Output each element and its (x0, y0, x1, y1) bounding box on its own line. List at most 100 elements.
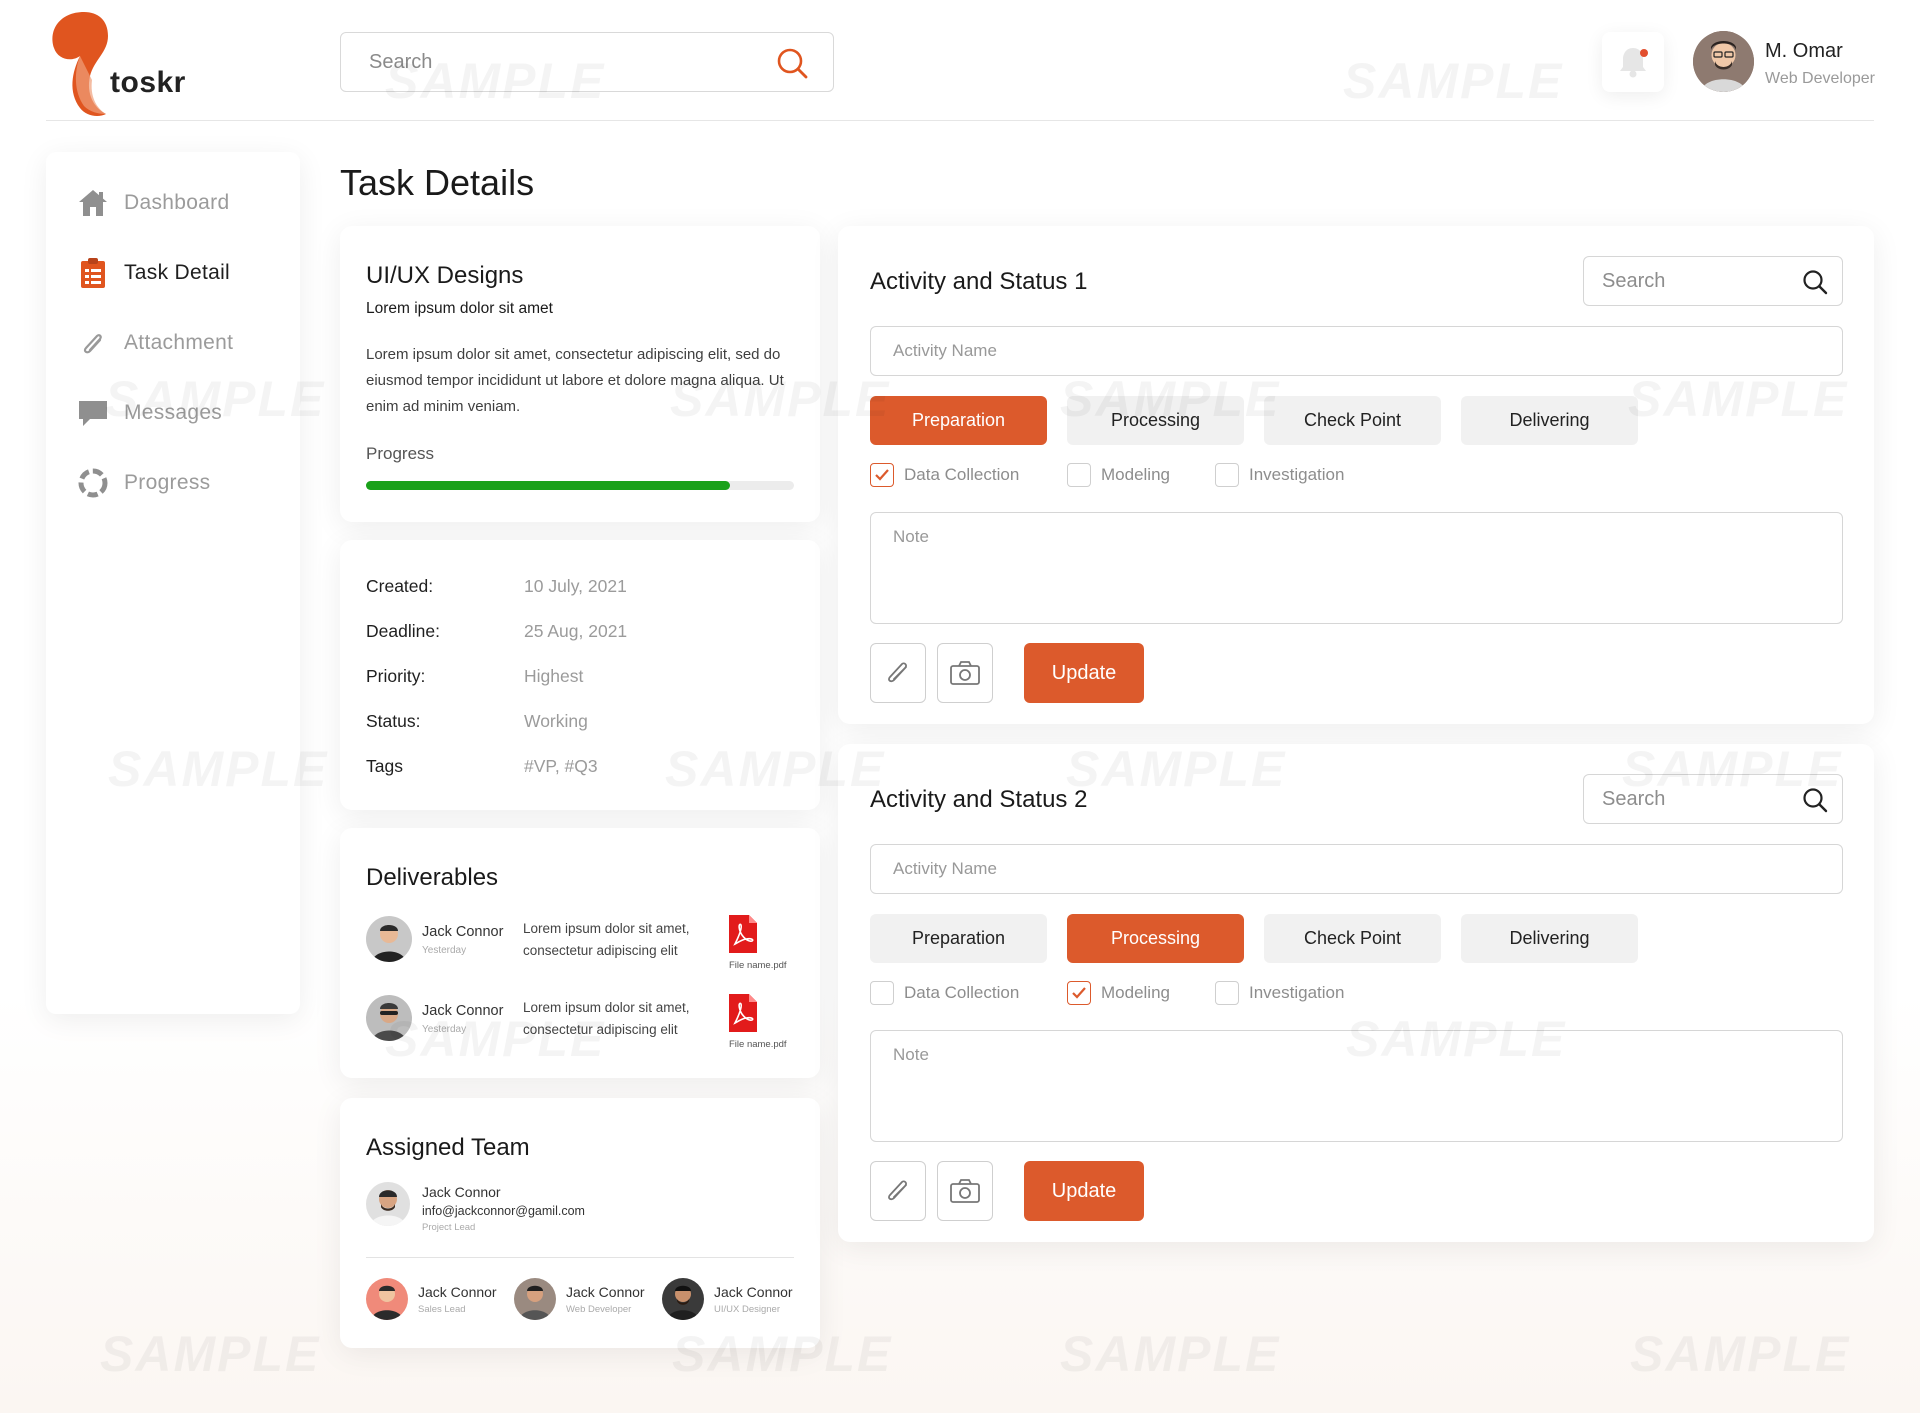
checkbox-box[interactable] (870, 981, 894, 1005)
assigned-team-card: Assigned Team Jack Connor info@jackconno… (340, 1098, 820, 1348)
search-icon[interactable] (1802, 269, 1828, 295)
checkbox-label: Data Collection (904, 465, 1020, 484)
stage-button-delivering[interactable]: Delivering (1461, 396, 1638, 445)
checkbox-investigation[interactable]: Investigation (1215, 981, 1344, 1005)
meta-key: Tags (366, 756, 403, 776)
activity-search[interactable] (1583, 774, 1843, 824)
sidebar-item-label: Dashboard (124, 191, 230, 214)
meta-row-status: Status: Working (366, 711, 588, 732)
activity-name-input[interactable] (893, 327, 1793, 375)
logo-mark-icon (52, 12, 108, 116)
checkbox-box[interactable] (1067, 981, 1091, 1005)
stage-button-preparation[interactable]: Preparation (870, 914, 1047, 963)
sidebar-item-dashboard[interactable]: Dashboard (76, 185, 229, 221)
stage-button-check-point[interactable]: Check Point (1264, 914, 1441, 963)
sidebar: Dashboard Task Detail Attachment Message… (46, 152, 300, 1014)
paperclip-icon (76, 326, 110, 360)
avatar-icon (366, 1182, 410, 1226)
pdf-icon[interactable] (726, 914, 760, 954)
note-textarea[interactable] (893, 1045, 1813, 1125)
activity-panel-1: Activity and Status 1 Preparation Proces… (838, 226, 1874, 724)
sidebar-item-progress[interactable]: Progress (76, 465, 210, 501)
meta-value: Highest (524, 666, 584, 686)
deliverables-title: Deliverables (366, 864, 499, 891)
attach-button[interactable] (870, 643, 926, 703)
sidebar-item-messages[interactable]: Messages (76, 395, 222, 431)
sidebar-item-label: Progress (124, 471, 211, 494)
meta-value: 25 Aug, 2021 (524, 621, 628, 641)
team-lead-role: Project Lead (422, 1222, 476, 1233)
activity-search-input[interactable] (1602, 775, 1782, 823)
deliverable-file-name[interactable]: File name.pdf (729, 1039, 787, 1050)
activity-name-field[interactable] (870, 844, 1843, 894)
checkbox-box[interactable] (1215, 463, 1239, 487)
team-lead-name: Jack Connor (422, 1184, 501, 1200)
checkbox-modeling[interactable]: Modeling (1067, 981, 1170, 1005)
progress-bar (366, 481, 794, 490)
avatar[interactable] (366, 1278, 408, 1320)
page-title: Task Details (340, 162, 535, 203)
pdf-icon[interactable] (726, 993, 760, 1033)
note-textarea[interactable] (893, 527, 1813, 607)
avatar[interactable] (662, 1278, 704, 1320)
checkbox-data-collection[interactable]: Data Collection (870, 463, 1019, 487)
stage-button-check-point[interactable]: Check Point (1264, 396, 1441, 445)
checkbox-box[interactable] (1067, 463, 1091, 487)
profile-name: M. Omar (1765, 40, 1843, 62)
sidebar-item-task-detail[interactable]: Task Detail (76, 255, 230, 291)
deliverable-item[interactable]: Jack Connor Yesterday Lorem ipsum dolor … (366, 993, 800, 1053)
profile-role: Web Developer (1765, 70, 1875, 87)
avatar[interactable] (366, 1182, 410, 1226)
attach-button[interactable] (870, 1161, 926, 1221)
project-title: UI/UX Designs (366, 262, 524, 289)
checkbox-modeling[interactable]: Modeling (1067, 463, 1170, 487)
sidebar-item-attachment[interactable]: Attachment (76, 325, 233, 361)
project-subtitle: Lorem ipsum dolor sit amet (366, 300, 553, 317)
checkbox-investigation[interactable]: Investigation (1215, 463, 1344, 487)
deliverable-file-name[interactable]: File name.pdf (729, 960, 787, 971)
deliverable-item[interactable]: Jack Connor Yesterday Lorem ipsum dolor … (366, 914, 800, 974)
stage-button-processing[interactable]: Processing (1067, 914, 1244, 963)
activity-name-input[interactable] (893, 845, 1793, 893)
notification-button[interactable] (1602, 32, 1664, 92)
watermark: SAMPLE (1060, 1325, 1280, 1383)
checkbox-box[interactable] (870, 463, 894, 487)
stage-button-delivering[interactable]: Delivering (1461, 914, 1638, 963)
activity-search[interactable] (1583, 256, 1843, 306)
avatar[interactable] (514, 1278, 556, 1320)
profile-avatar[interactable] (1693, 31, 1754, 92)
activity-panel-2: Activity and Status 2 Preparation Proces… (838, 744, 1874, 1242)
note-field[interactable] (870, 512, 1843, 624)
team-lead-email[interactable]: info@jackconnor@gamil.com (422, 1204, 585, 1218)
stage-button-preparation[interactable]: Preparation (870, 396, 1047, 445)
camera-button[interactable] (937, 643, 993, 703)
home-icon (76, 186, 110, 220)
activity-name-field[interactable] (870, 326, 1843, 376)
top-search-input[interactable] (369, 33, 749, 91)
camera-icon (950, 661, 980, 685)
search-icon[interactable] (1802, 787, 1828, 813)
meta-value: Working (524, 711, 588, 731)
avatar-icon (514, 1278, 556, 1320)
update-button[interactable]: Update (1024, 1161, 1144, 1221)
brand-name: toskr (110, 66, 186, 99)
checkbox-label: Investigation (1249, 983, 1345, 1002)
clipboard-icon (76, 256, 110, 290)
top-search-bar[interactable] (340, 32, 834, 92)
chat-icon (76, 396, 110, 430)
progress-icon (76, 466, 110, 500)
checkbox-data-collection[interactable]: Data Collection (870, 981, 1019, 1005)
team-member-role: Web Developer (566, 1304, 632, 1315)
header-divider (46, 120, 1874, 121)
update-button[interactable]: Update (1024, 643, 1144, 703)
checkbox-box[interactable] (1215, 981, 1239, 1005)
task-meta-card: Created: 10 July, 2021 Deadline: 25 Aug, 2… (340, 540, 820, 810)
activity-search-input[interactable] (1602, 257, 1782, 305)
meta-value: 10 July, 2021 (524, 576, 627, 596)
brand-logo[interactable]: toskr (46, 8, 196, 118)
camera-button[interactable] (937, 1161, 993, 1221)
stage-button-processing[interactable]: Processing (1067, 396, 1244, 445)
search-icon[interactable] (775, 46, 809, 80)
note-field[interactable] (870, 1030, 1843, 1142)
meta-row-priority: Priority: Highest (366, 666, 583, 687)
